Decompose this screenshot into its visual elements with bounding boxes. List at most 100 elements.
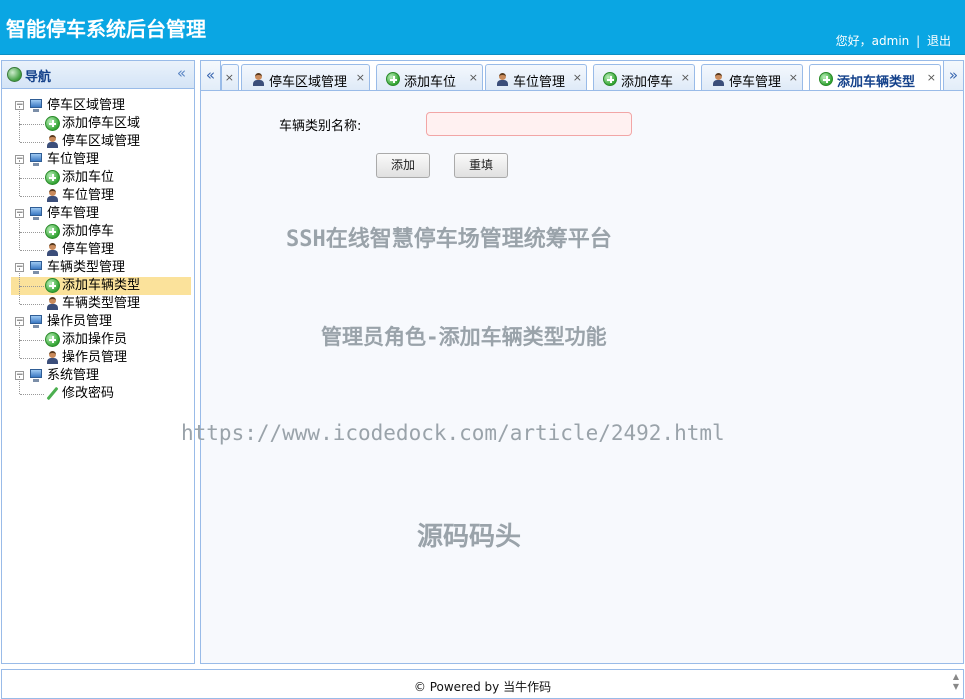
nav-group[interactable]: − 停车区域管理 <box>11 97 191 115</box>
person-icon <box>495 72 509 86</box>
nav-item-label: 车辆类型管理 <box>62 296 141 311</box>
person-icon <box>45 188 60 203</box>
nav-item-label: 车位管理 <box>62 188 115 203</box>
tab-label: 车位管理 <box>513 75 566 90</box>
nav-group-label: 车辆类型管理 <box>47 260 126 275</box>
tab[interactable]: 停车区域管理 × <box>241 64 370 92</box>
computer-base <box>33 163 39 166</box>
close-tab-icon[interactable]: × <box>469 71 478 84</box>
person-head <box>49 297 56 304</box>
add-icon <box>45 332 60 347</box>
nav-item-label: 停车区域管理 <box>62 134 141 149</box>
person-icon <box>45 296 60 311</box>
watermark-brand: 源码码头 <box>417 522 522 552</box>
nav-group[interactable]: − 操作员管理 <box>11 313 191 331</box>
tree-line <box>20 394 44 395</box>
tree-line <box>20 124 44 125</box>
computer-base <box>33 271 39 274</box>
logout-link[interactable]: 退出 <box>927 34 951 48</box>
computer-screen <box>30 153 42 162</box>
nav-panel: 导航 « − 停车区域管理 添加停车区域 停车区域管理 − 车位管理 添加车位 车位管理 − 停车… <box>1 60 195 664</box>
person-head <box>49 351 56 358</box>
tree-line <box>20 304 44 305</box>
nav-item[interactable]: 停车区域管理 <box>11 124 191 151</box>
tree-line <box>19 160 20 178</box>
tab[interactable]: 添加车辆类型 × <box>809 64 941 93</box>
tree-line <box>20 286 44 287</box>
content-panel: 车辆类别名称: 添加 重填 SSH在线智慧停车场管理统筹平台 管理员角色-添加车… <box>181 90 964 664</box>
tab-partial[interactable]: × <box>221 64 239 92</box>
vehicle-type-name-label: 车辆类别名称: <box>279 119 362 134</box>
nav-item[interactable]: 操作员管理 <box>11 340 191 367</box>
tree-line <box>19 286 20 304</box>
nav-title: 导航 <box>25 70 52 85</box>
person-body <box>47 358 58 364</box>
nav-group[interactable]: − 车辆类型管理 <box>11 259 191 277</box>
person-body <box>253 80 264 86</box>
app-title: 智能停车系统后台管理 <box>6 17 206 41</box>
nav-group[interactable]: − 系统管理 <box>11 367 191 385</box>
tab[interactable]: 添加停车 × <box>593 64 695 92</box>
nav-item[interactable]: 添加停车 <box>11 214 191 241</box>
vehicle-type-name-input[interactable] <box>426 112 632 136</box>
computer-icon <box>29 314 43 328</box>
close-tab-icon[interactable]: × <box>927 71 936 84</box>
close-tab-icon[interactable]: × <box>225 71 234 84</box>
tree-line <box>20 358 44 359</box>
tree-line <box>20 340 44 341</box>
nav-item[interactable]: 添加车辆类型 <box>11 268 191 295</box>
nav-group-label: 系统管理 <box>47 368 100 383</box>
close-tab-icon[interactable]: × <box>681 71 690 84</box>
person-head <box>255 73 262 80</box>
tab[interactable]: 添加车位 × <box>376 64 483 92</box>
tree-line <box>19 322 20 340</box>
user-separator: | <box>916 34 921 48</box>
person-icon <box>45 350 60 365</box>
nav-item[interactable]: 修改密码 <box>11 376 191 403</box>
nav-item[interactable]: 添加停车区域 <box>11 106 191 133</box>
nav-item[interactable]: 停车管理 <box>11 232 191 259</box>
nav-group[interactable]: − 停车管理 <box>11 205 191 223</box>
collapse-nav-icon[interactable]: « <box>177 64 186 82</box>
tree-line <box>20 250 44 251</box>
computer-screen <box>30 369 42 378</box>
computer-screen <box>30 315 42 324</box>
nav-item-label: 添加操作员 <box>62 332 128 347</box>
nav-item[interactable]: 车位管理 <box>11 178 191 205</box>
add-icon <box>819 72 833 86</box>
close-tab-icon[interactable]: × <box>789 71 798 84</box>
tree-line <box>19 340 20 358</box>
nav-item[interactable]: 添加车位 <box>11 160 191 187</box>
tab[interactable]: 车位管理 × <box>485 64 587 92</box>
nav-group-label: 停车区域管理 <box>47 98 126 113</box>
tree-line <box>19 106 20 124</box>
tree-line <box>20 232 44 233</box>
nav-item-label: 停车管理 <box>62 242 115 257</box>
tab-label: 添加车辆类型 <box>837 75 916 90</box>
tab[interactable]: 停车管理 × <box>701 64 803 92</box>
tree-line <box>19 178 20 196</box>
pencil-icon <box>45 386 60 401</box>
person-icon <box>45 134 60 149</box>
tab-scroll-left-button[interactable]: « <box>201 61 221 92</box>
computer-icon <box>29 206 43 220</box>
close-tab-icon[interactable]: × <box>356 71 365 84</box>
nav-item[interactable]: 添加操作员 <box>11 322 191 349</box>
nav-group[interactable]: − 车位管理 <box>11 151 191 169</box>
computer-icon <box>29 260 43 274</box>
close-tab-icon[interactable]: × <box>573 71 582 84</box>
add-button[interactable]: 添加 <box>376 153 430 178</box>
person-head <box>715 73 722 80</box>
person-body <box>497 80 508 86</box>
reset-button[interactable]: 重填 <box>454 153 508 178</box>
user-bar: 您好，admin | 退出 <box>836 32 951 49</box>
nav-group-label: 车位管理 <box>47 152 100 167</box>
add-icon <box>603 72 617 86</box>
tab-scroll-right-button[interactable]: » <box>943 61 963 92</box>
tab-label: 添加停车 <box>621 75 674 90</box>
globe-icon <box>7 67 22 82</box>
computer-icon <box>29 98 43 112</box>
nav-item[interactable]: 车辆类型管理 <box>11 286 191 313</box>
footer-scroll-arrows-icon[interactable]: ▲ ▼ <box>953 672 959 692</box>
person-head <box>49 189 56 196</box>
